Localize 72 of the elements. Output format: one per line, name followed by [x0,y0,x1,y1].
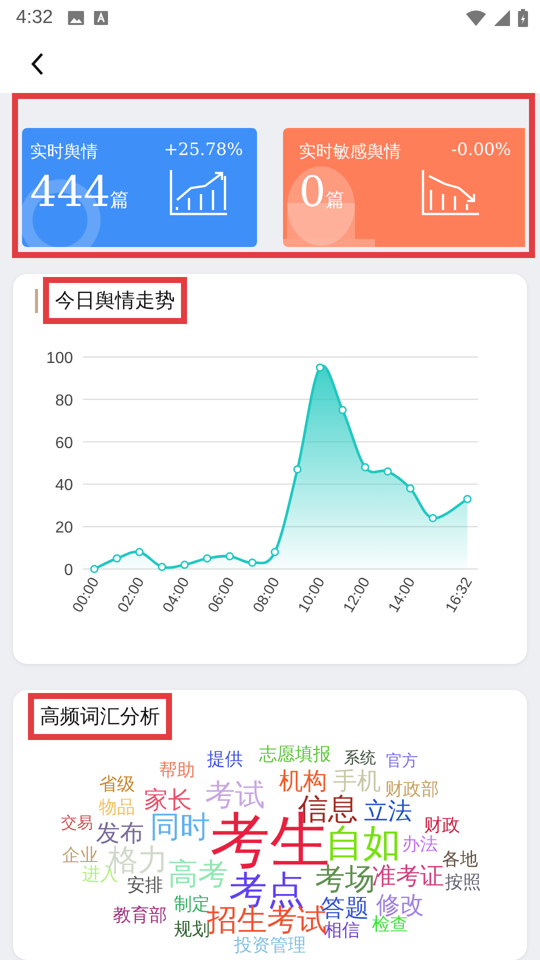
cloud-word: 自如 [325,824,401,862]
data-point [180,560,189,569]
count-value: 444篇 [30,167,130,216]
y-tick-label: 100 [46,350,73,367]
cloud-word: 官方 [386,753,418,769]
cloud-word: 交易 [61,815,93,831]
cloud-word: 提供 [207,751,243,769]
cloud-word: 规划 [174,921,210,939]
data-point [158,562,166,572]
data-point [361,463,370,472]
cloud-word: 安排 [127,877,163,895]
cloud-word: 发布 [96,821,144,845]
cloud-word: 财政 [424,817,460,835]
data-point [112,554,121,563]
data-point [384,467,392,476]
data-point [270,548,279,556]
cloud-word: 省级 [99,776,135,794]
back-icon[interactable] [30,52,44,76]
cloud-word: 各地 [442,851,478,869]
cloud-word: 企业 [62,847,98,865]
card-title: 实时敏感舆情 [299,141,401,163]
cloud-word: 教育部 [113,907,167,925]
cloud-word: 系统 [344,750,376,766]
cloud-word: 考试 [205,781,265,811]
data-point [316,363,324,372]
rising-chart-icon [169,170,229,216]
wifi-icon [466,10,486,26]
cloud-word: 财政部 [385,781,439,799]
y-tick-label: 40 [55,477,73,494]
card-title: 实时舆情 [30,141,98,163]
status-time: 4:32 [16,6,53,28]
y-tick-label: 60 [55,434,73,452]
y-tick-label: 20 [55,520,73,537]
image-icon [66,10,85,26]
data-point [135,548,144,556]
change-percent: +25.78% [164,140,243,162]
summary-card[interactable]: 实时舆情 +25.78% 444篇 [22,128,257,247]
cloud-word: 同时 [150,813,210,843]
data-point [226,552,234,560]
cloud-word: 物品 [99,799,135,817]
letter-box-icon [92,10,109,26]
cloud-word: 修改 [376,893,424,917]
cloud-word: 志愿填报 [259,746,331,764]
battery-icon [518,8,528,26]
y-tick-label: 80 [55,392,73,410]
cloud-word: 准考证 [372,864,444,888]
summary-card[interactable]: 实时敏感舆情 -0.00% 0篇 [283,128,525,247]
cloud-word: 检查 [372,916,408,934]
data-point [248,558,256,567]
cloud-word: 投资管理 [234,937,306,955]
title-accent-bar [35,288,38,312]
cloud-word: 手机 [333,769,381,793]
cloud-word: 立法 [364,799,412,823]
count-value: 0篇 [299,167,345,216]
data-point [463,494,472,504]
section-title: 今日舆情走势 [43,277,187,324]
signal-icon [494,10,510,26]
data-point [293,465,302,474]
data-point [90,564,98,574]
cloud-word: 办法 [402,836,438,854]
data-point [338,406,347,414]
cloud-word: 帮助 [159,762,195,780]
cloud-word: 机构 [279,769,327,793]
data-point [428,514,437,522]
cloud-word: 按照 [445,874,481,892]
falling-chart-icon [421,170,481,216]
section-title: 高频词汇分析 [28,692,172,740]
y-tick-label: 0 [64,562,73,579]
cloud-word: 家长 [144,788,192,812]
data-point [406,484,414,493]
data-point [203,554,212,563]
change-percent: -0.00% [451,140,511,162]
